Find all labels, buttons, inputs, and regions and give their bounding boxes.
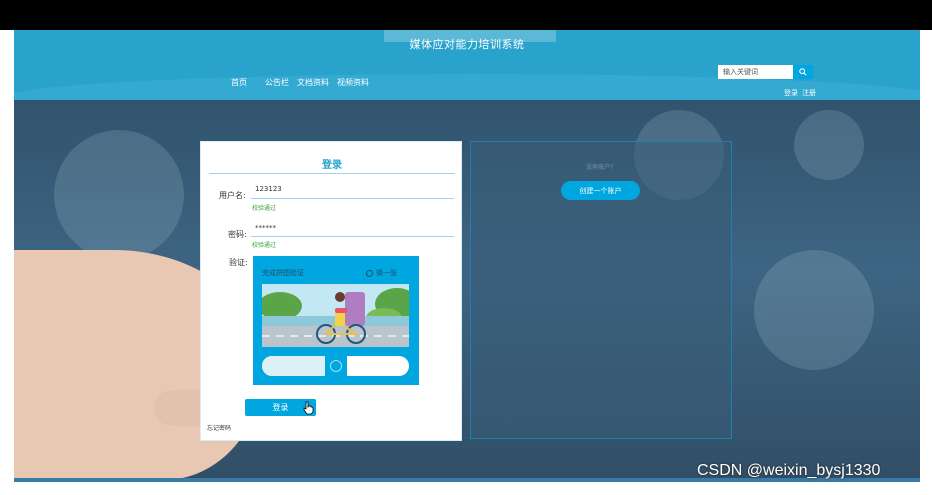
nav-item-announcements[interactable]: 公告栏 <box>265 77 289 88</box>
password-underline <box>251 236 454 237</box>
captcha-puzzle-image <box>262 284 409 347</box>
search-icon <box>799 68 807 76</box>
password-input[interactable]: ****** <box>255 224 276 232</box>
site-title: 媒体应对能力培训系统 <box>409 38 525 51</box>
username-label: 用户名: <box>219 191 246 200</box>
background-blur <box>54 130 184 260</box>
search-box <box>718 65 813 79</box>
captcha-widget: 完成拼图验证 换一张 <box>253 256 419 385</box>
cyclist-illustration <box>262 284 409 347</box>
login-title: 登录 <box>322 160 342 171</box>
username-underline <box>251 198 454 199</box>
header-login-link[interactable]: 登录 <box>784 88 798 98</box>
header-register-link[interactable]: 注册 <box>802 88 816 98</box>
captcha-slider-track <box>262 356 409 376</box>
slider-handle-icon <box>330 360 342 372</box>
refresh-icon <box>366 269 373 277</box>
hand-cursor-icon <box>303 401 314 415</box>
title-divider <box>209 173 455 174</box>
watermark: CSDN @weixin_bysj1330 <box>697 462 881 479</box>
captcha-slider-handle[interactable] <box>325 356 347 376</box>
background-image <box>14 100 920 482</box>
browser-viewport: 媒体应对能力培训系统 首页 公告栏 文档资料 视频资料 登录 注册 <box>14 30 920 482</box>
username-status: 校验通过 <box>252 205 277 212</box>
nav-item-home[interactable]: 首页 <box>231 77 247 88</box>
register-panel: 没有账户? 创建一个账户 <box>470 141 732 439</box>
main-nav: 首页 公告栏 文档资料 视频资料 <box>231 77 369 88</box>
site-header: 媒体应对能力培训系统 首页 公告栏 文档资料 视频资料 登录 注册 <box>14 30 920 134</box>
nav-item-videos[interactable]: 视频资料 <box>337 77 369 88</box>
background-blur <box>754 250 874 370</box>
forgot-password-link[interactable]: 忘记密码 <box>207 423 231 432</box>
username-input[interactable]: 123123 <box>255 185 282 193</box>
search-input[interactable] <box>718 65 793 79</box>
password-label: 密码: <box>228 230 247 239</box>
nav-item-documents[interactable]: 文档资料 <box>297 77 329 88</box>
background-blur <box>794 110 864 180</box>
top-black-bar <box>0 0 932 30</box>
password-status: 校验通过 <box>252 242 277 249</box>
no-account-text: 没有账户? <box>586 164 614 171</box>
captcha-instruction: 完成拼图验证 <box>262 269 304 277</box>
login-form: 登录 用户名: 123123 校验通过 密码: ****** 校验通过 验证: … <box>200 141 462 441</box>
captcha-label: 验证: <box>229 258 248 267</box>
auth-links: 登录 注册 <box>784 88 816 98</box>
captcha-refresh[interactable]: 换一张 <box>366 268 397 278</box>
create-account-button[interactable]: 创建一个账户 <box>561 181 640 200</box>
captcha-refresh-label: 换一张 <box>376 269 397 277</box>
search-button[interactable] <box>793 65 813 79</box>
